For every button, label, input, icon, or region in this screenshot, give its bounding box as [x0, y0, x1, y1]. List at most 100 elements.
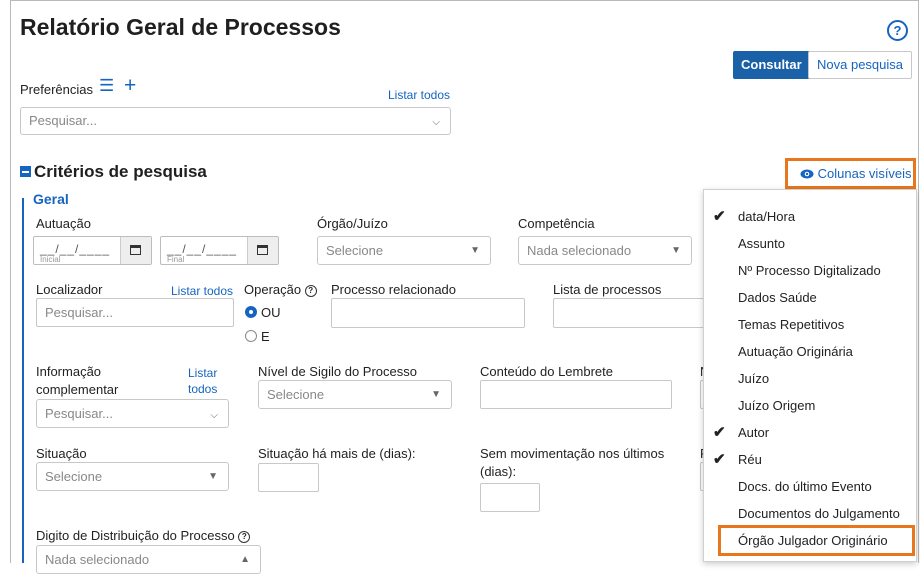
help-icon[interactable]: ? — [887, 20, 908, 41]
calendar-icon — [257, 245, 268, 255]
competencia-placeholder: Nada selecionado — [527, 243, 632, 258]
orgao-juizo-placeholder: Selecione — [326, 243, 384, 258]
coluna-menu-item-label: Juízo — [738, 371, 770, 386]
informacao-complementar-select[interactable]: Pesquisar... ⌵ — [36, 399, 229, 428]
group-border — [22, 198, 24, 563]
criterios-title[interactable]: Critérios de pesquisa — [20, 162, 207, 182]
sem-movimentacao-label-2: (dias): — [480, 464, 517, 479]
group-label: Geral — [30, 191, 72, 207]
preferencias-search-select[interactable]: Pesquisar... ⌵ — [20, 107, 451, 135]
informacao-placeholder: Pesquisar... — [45, 406, 113, 421]
coluna-menu-item-label: Documentos do Julgamento — [738, 506, 900, 521]
nivel-sigilo-select[interactable]: Selecione ▼ — [258, 380, 452, 409]
coluna-menu-item-label: Réu — [738, 452, 762, 467]
page-title: Relatório Geral de Processos — [20, 14, 341, 40]
inicial-label: Inicial — [40, 255, 61, 264]
autuacao-inicial-input[interactable]: __/__/____ Inicial — [33, 236, 152, 265]
orgao-juizo-select[interactable]: Selecione ▼ — [317, 236, 491, 265]
lista-processos-label: Lista de processos — [553, 282, 662, 297]
coluna-menu-item-label: Assunto — [738, 236, 785, 251]
conteudo-lembrete-input[interactable] — [480, 380, 672, 409]
operacao-ou-label: OU — [261, 305, 281, 320]
date-mask: __/__/____ — [40, 242, 111, 256]
chevron-down-icon: ⌵ — [432, 117, 440, 128]
colunas-dropdown-menu: ✔ data/Hora Assunto Nº Processo Digitalizad… — [703, 189, 917, 562]
coluna-menu-item[interactable]: Assunto — [704, 231, 916, 257]
coluna-menu-item[interactable]: ✔ Réu — [704, 447, 916, 473]
coluna-menu-item[interactable]: ✔ data/Hora — [704, 204, 916, 230]
chevron-down-icon: ⌵ — [210, 410, 218, 421]
competencia-select[interactable]: Nada selecionado ▼ — [518, 236, 692, 265]
criterios-title-text: Critérios de pesquisa — [34, 162, 207, 181]
situacao-dias-label: Situação há mais de (dias): — [258, 446, 416, 461]
preferencias-listar-todos-link[interactable]: Listar todos — [388, 88, 450, 102]
nivel-sigilo-placeholder: Selecione — [267, 387, 325, 402]
colunas-visiveis-button[interactable]: Colunas visíveis — [785, 158, 916, 189]
calendar-icon — [130, 245, 141, 255]
operacao-e-label: E — [261, 329, 270, 344]
operacao-ou-radio[interactable] — [245, 306, 257, 318]
localizador-listar-todos-link[interactable]: Listar todos — [171, 284, 233, 298]
informacao-label-1: Informação — [36, 364, 102, 379]
operacao-label-text: Operação — [244, 282, 302, 297]
help-question-icon[interactable]: ? — [238, 530, 251, 543]
caret-down-icon: ▼ — [208, 471, 218, 482]
digito-distribuicao-select[interactable]: Nada selecionado ▲ — [36, 545, 261, 574]
coluna-menu-item[interactable]: Autuação Originária — [704, 339, 916, 365]
localizador-placeholder: Pesquisar... — [45, 305, 113, 320]
processo-relacionado-input[interactable] — [331, 298, 525, 328]
coluna-menu-item-label: Docs. do último Evento — [738, 479, 872, 494]
calendar-button[interactable] — [120, 237, 151, 264]
coluna-menu-item[interactable]: Juízo Origem — [704, 393, 916, 419]
sem-movimentacao-input[interactable] — [480, 483, 540, 512]
situacao-placeholder: Selecione — [45, 469, 103, 484]
autuacao-final-input[interactable]: __/__/____ Final — [160, 236, 279, 265]
digito-label-text: Digito de Distribuição do Processo — [36, 528, 235, 543]
caret-down-icon: ▼ — [671, 245, 681, 256]
coluna-menu-item-label: Dados Saúde — [738, 290, 817, 305]
add-icon[interactable]: + — [124, 74, 136, 98]
competencia-label: Competência — [518, 216, 595, 231]
preferencias-label: Preferências — [20, 82, 93, 97]
list-icon[interactable]: ☰ — [99, 76, 114, 96]
informacao-label-2: complementar — [36, 382, 119, 397]
highlight-box — [718, 525, 915, 556]
coluna-menu-item[interactable]: ✔ Autor — [704, 420, 916, 446]
calendar-button[interactable] — [247, 237, 278, 264]
coluna-menu-item[interactable]: Temas Repetitivos — [704, 312, 916, 338]
digito-placeholder: Nada selecionado — [45, 552, 150, 567]
operacao-e-radio[interactable] — [245, 330, 257, 342]
coluna-menu-item[interactable]: Documentos do Julgamento — [704, 501, 916, 527]
help-question-icon[interactable]: ? — [304, 284, 317, 297]
caret-down-icon: ▼ — [431, 389, 441, 400]
situacao-select[interactable]: Selecione ▼ — [36, 462, 229, 491]
nivel-sigilo-label: Nível de Sigilo do Processo — [258, 364, 417, 379]
coluna-menu-item[interactable]: Docs. do último Evento — [704, 474, 916, 500]
nova-pesquisa-button[interactable]: Nova pesquisa — [808, 51, 912, 79]
digito-distribuicao-label: Digito de Distribuição do Processo ? — [36, 528, 251, 543]
localizador-input[interactable]: Pesquisar... — [36, 298, 234, 327]
informacao-listar-link-2[interactable]: todos — [188, 382, 217, 396]
coluna-menu-item[interactable]: Dados Saúde — [704, 285, 916, 311]
check-icon: ✔ — [713, 208, 726, 225]
caret-down-icon: ▼ — [470, 245, 480, 256]
autuacao-label: Autuação — [36, 216, 91, 231]
caret-up-icon: ▲ — [240, 554, 250, 565]
final-label: Final — [167, 255, 185, 264]
preferencias-placeholder: Pesquisar... — [29, 113, 97, 128]
collapse-icon[interactable] — [20, 166, 31, 177]
sem-movimentacao-label-1: Sem movimentação nos últimos — [480, 446, 665, 461]
lista-processos-input[interactable] — [553, 298, 705, 328]
operacao-label: Operação ? — [244, 282, 317, 297]
situacao-dias-input[interactable] — [258, 463, 319, 492]
coluna-menu-item-label: data/Hora — [738, 209, 796, 224]
orgao-juizo-label: Órgão/Juízo — [317, 216, 388, 231]
situacao-label: Situação — [36, 446, 87, 461]
check-icon: ✔ — [713, 451, 726, 468]
informacao-listar-link-1[interactable]: Listar — [188, 366, 217, 380]
processo-relacionado-label: Processo relacionado — [331, 282, 457, 297]
coluna-menu-item-label: Autuação Originária — [738, 344, 853, 359]
coluna-menu-item[interactable]: Nº Processo Digitalizado — [704, 258, 916, 284]
consultar-button[interactable]: Consultar — [733, 51, 810, 79]
coluna-menu-item[interactable]: Juízo — [704, 366, 916, 392]
